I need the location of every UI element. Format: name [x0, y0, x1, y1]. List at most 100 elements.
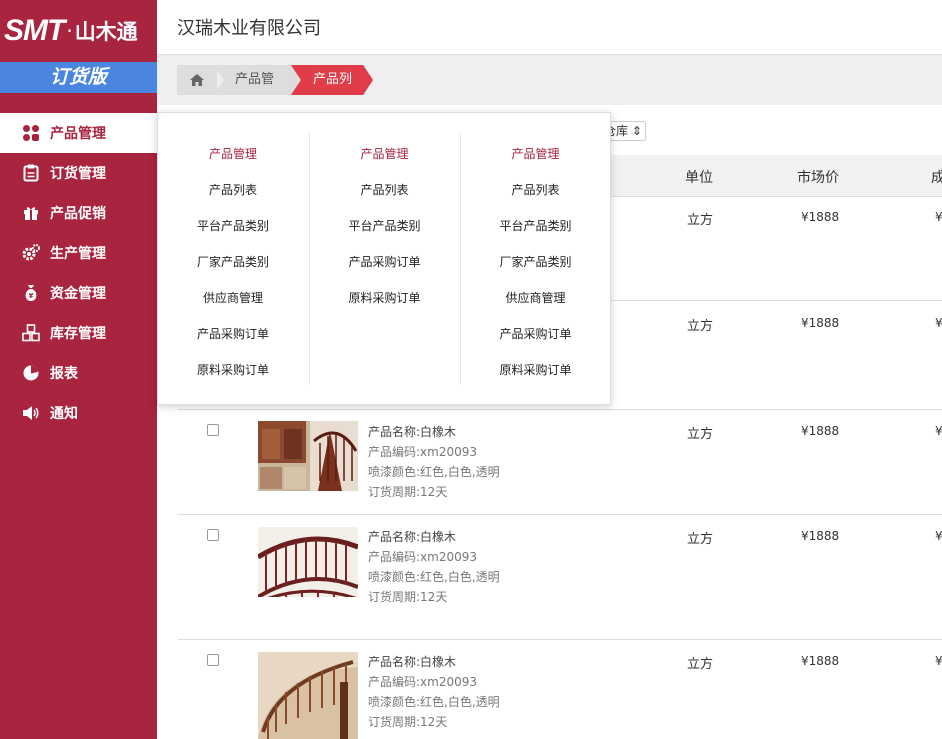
product-info: 产品名称:白橡木 产品编码:xm20093 喷漆颜色:红色,白色,透明 订货周期…: [368, 422, 500, 502]
company-name: 汉瑞木业有限公司: [177, 18, 321, 39]
product-image: [258, 421, 358, 491]
sidebar-item-product[interactable]: 产品管理: [0, 113, 157, 153]
gift-icon: [22, 204, 40, 222]
breadcrumb-item[interactable]: 产品管理: [213, 65, 303, 95]
sidebar-item-notice[interactable]: 通知: [0, 393, 157, 433]
sidebar-item-label: 产品管理: [50, 126, 106, 142]
row-price: ¥1888: [801, 424, 840, 438]
logo-cn: 山木通: [74, 20, 138, 44]
product-info: 产品名称:白橡木 产品编码:xm20093 喷漆颜色:红色,白色,透明 订货周期…: [368, 652, 500, 732]
dropdown-link-supplier[interactable]: 供应商管理: [461, 289, 610, 306]
dropdown-link-material-po[interactable]: 原料采购订单: [461, 361, 610, 378]
sidebar-item-label: 产品促销: [50, 206, 106, 222]
product-color: 喷漆颜色:红色,白色,透明: [368, 465, 500, 479]
page-header: 汉瑞木业有限公司: [157, 0, 942, 55]
money-bag-icon: ¥: [22, 284, 40, 302]
sidebar-item-promotion[interactable]: 产品促销: [0, 193, 157, 233]
row-price: ¥1888: [801, 316, 840, 330]
product-code: 产品编码:xm20093: [368, 675, 478, 689]
row-price: ¥1888: [801, 529, 840, 543]
dropdown-link-platform-category[interactable]: 平台产品类别: [310, 217, 459, 234]
product-info: 产品名称:白橡木 产品编码:xm20093 喷漆颜色:红色,白色,透明 订货周期…: [368, 527, 500, 607]
speaker-icon: [22, 404, 40, 422]
sidebar-item-label: 报表: [50, 366, 78, 382]
row-checkbox[interactable]: [207, 654, 219, 666]
table-row: 产品名称:白橡木 产品编码:xm20093 喷漆颜色:红色,白色,透明 订货周期…: [178, 410, 942, 515]
sidebar-item-label: 通知: [50, 406, 78, 422]
logo: SMT · 山木通: [0, 0, 157, 62]
row-checkbox[interactable]: [207, 424, 219, 436]
product-period: 订货周期:12天: [368, 590, 448, 604]
product-period: 订货周期:12天: [368, 715, 448, 729]
row-cost: ¥: [935, 654, 942, 668]
breadcrumb-home[interactable]: [177, 65, 217, 95]
dropdown-link-vendor-category[interactable]: 厂家产品类别: [158, 253, 308, 270]
column-header-cost: 成: [931, 170, 942, 186]
dropdown-link-material-po[interactable]: 原料采购订单: [158, 361, 308, 378]
grid-icon: [22, 124, 40, 142]
dropdown-link-product-po[interactable]: 产品采购订单: [461, 325, 610, 342]
row-price: ¥1888: [801, 654, 840, 668]
row-checkbox[interactable]: [207, 529, 219, 541]
dropdown-column-title: 产品管理: [511, 147, 560, 161]
dropdown-column-title: 产品管理: [360, 147, 409, 161]
dropdown-link-product-list[interactable]: 产品列表: [310, 181, 459, 198]
product-period: 订货周期:12天: [368, 485, 448, 499]
dropdown-column: 产品管理 产品列表 平台产品类别 产品采购订单 原料采购订单: [309, 133, 459, 385]
svg-text:¥: ¥: [29, 292, 34, 300]
sidebar-item-inventory[interactable]: 库存管理: [0, 313, 157, 353]
row-cost: ¥: [935, 210, 942, 224]
row-cost: ¥: [935, 529, 942, 543]
row-cost: ¥: [935, 316, 942, 330]
breadcrumb-item-current[interactable]: 产品列表: [291, 65, 373, 95]
logo-dot: ·: [66, 19, 73, 43]
clipboard-icon: [22, 164, 40, 182]
dropdown-link-vendor-category[interactable]: 厂家产品类别: [461, 253, 610, 270]
breadcrumb: 产品管理 产品列表: [157, 55, 942, 105]
product-management-dropdown: 产品管理 产品列表 平台产品类别 厂家产品类别 供应商管理 产品采购订单 原料采…: [157, 112, 611, 405]
logo-smt: SMT: [4, 14, 65, 47]
dropdown-link-supplier[interactable]: 供应商管理: [158, 289, 308, 306]
product-code: 产品编码:xm20093: [368, 550, 478, 564]
version-badge: 订货版: [0, 62, 157, 93]
row-unit: 立方: [687, 319, 714, 334]
product-image: [258, 527, 358, 597]
row-cost: ¥: [935, 424, 942, 438]
row-price: ¥1888: [801, 210, 840, 224]
product-code: 产品编码:xm20093: [368, 445, 478, 459]
sidebar-item-production[interactable]: 生产管理: [0, 233, 157, 273]
sidebar-item-report[interactable]: 报表: [0, 353, 157, 393]
row-unit: 立方: [687, 427, 714, 442]
table-row: 产品名称:白橡木 产品编码:xm20093 喷漆颜色:红色,白色,透明 订货周期…: [178, 515, 942, 640]
table-row: 产品名称:白橡木 产品编码:xm20093 喷漆颜色:红色,白色,透明 订货周期…: [178, 640, 942, 739]
dropdown-column-title: 产品管理: [208, 147, 257, 161]
gears-icon: [22, 244, 40, 262]
dropdown-link-product-list[interactable]: 产品列表: [158, 181, 308, 198]
sidebar: SMT · 山木通 订货版 产品管理 订货管理 产品促销 生产管理 ¥ 资金管理…: [0, 0, 157, 739]
dropdown-link-platform-category[interactable]: 平台产品类别: [158, 217, 308, 234]
row-unit: 立方: [687, 532, 714, 547]
column-header-unit: 单位: [685, 170, 713, 186]
sidebar-item-label: 资金管理: [50, 286, 106, 302]
dropdown-link-product-po[interactable]: 产品采购订单: [310, 253, 459, 270]
sidebar-item-label: 订货管理: [50, 166, 106, 182]
product-color: 喷漆颜色:红色,白色,透明: [368, 570, 500, 584]
sidebar-menu: 产品管理 订货管理 产品促销 生产管理 ¥ 资金管理 库存管理 报表 通知: [0, 113, 157, 433]
sidebar-item-label: 生产管理: [50, 246, 106, 262]
dropdown-link-platform-category[interactable]: 平台产品类别: [461, 217, 610, 234]
cubes-icon: [22, 324, 40, 342]
dropdown-column: 产品管理 产品列表 平台产品类别 厂家产品类别 供应商管理 产品采购订单 原料采…: [158, 133, 308, 385]
pie-chart-icon: [22, 364, 40, 382]
sidebar-item-label: 库存管理: [50, 326, 106, 342]
sidebar-item-order[interactable]: 订货管理: [0, 153, 157, 193]
column-header-price: 市场价: [797, 170, 839, 186]
product-color: 喷漆颜色:红色,白色,透明: [368, 695, 500, 709]
product-name: 产品名称:白橡木: [368, 655, 457, 669]
dropdown-link-product-list[interactable]: 产品列表: [461, 181, 610, 198]
product-name: 产品名称:白橡木: [368, 425, 457, 439]
dropdown-link-product-po[interactable]: 产品采购订单: [158, 325, 308, 342]
sidebar-item-finance[interactable]: ¥ 资金管理: [0, 273, 157, 313]
product-image: [258, 652, 358, 739]
row-unit: 立方: [687, 213, 714, 228]
dropdown-link-material-po[interactable]: 原料采购订单: [310, 289, 459, 306]
